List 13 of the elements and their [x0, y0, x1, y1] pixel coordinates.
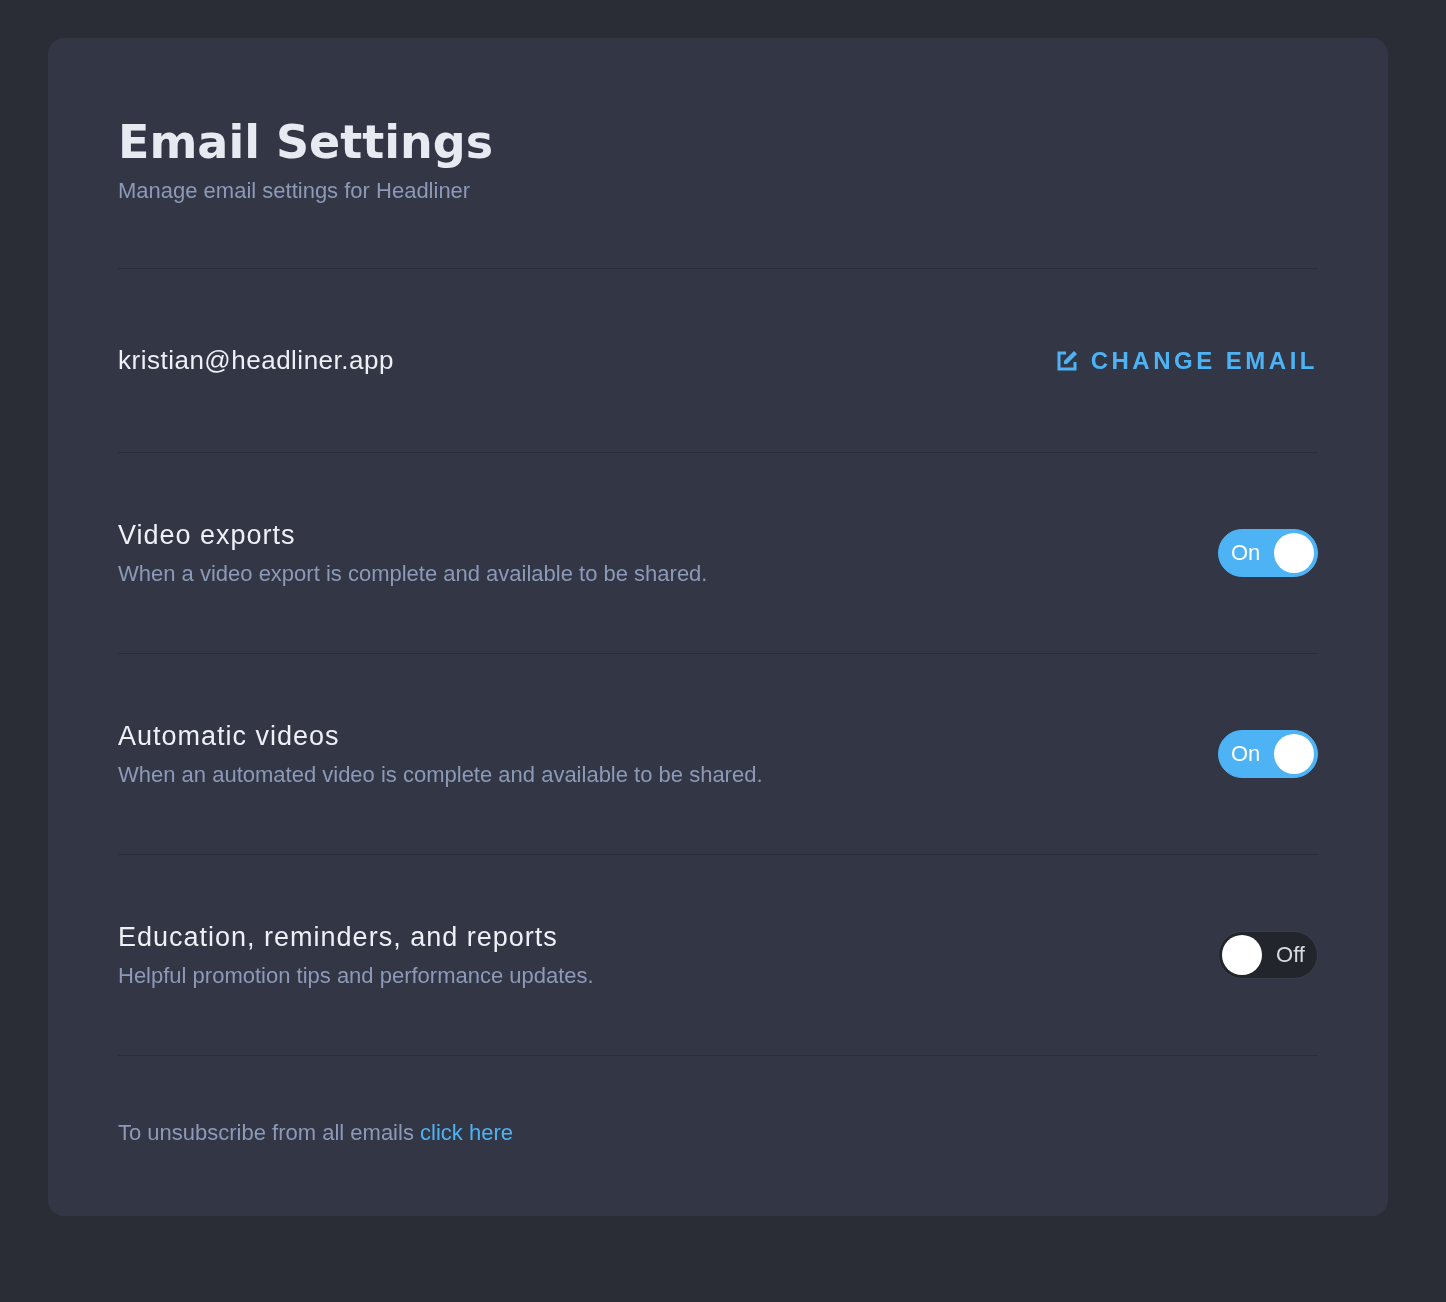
setting-title: Education, reminders, and reports: [118, 921, 559, 953]
toggle-switch[interactable]: Off: [1218, 931, 1318, 979]
page-subtitle: Manage email settings for Headliner: [118, 178, 472, 204]
setting-title: Automatic videos: [118, 720, 341, 752]
setting-title: Video exports: [118, 519, 297, 551]
page-title: Email Settings: [118, 114, 495, 171]
setting-description: Helpful promotion tips and performance updates.: [118, 962, 594, 989]
email-address: kristian@headliner.app: [118, 345, 394, 376]
setting-description: When an automated video is complete and available to be shared.: [118, 761, 763, 788]
unsubscribe-link[interactable]: click here: [420, 1120, 513, 1145]
change-email-button[interactable]: CHANGE EMAIL: [1054, 346, 1318, 375]
unsubscribe-text: To unsubscribe from all emails click here: [118, 1120, 514, 1146]
setting-description: When a video export is complete and available to be shared.: [118, 560, 708, 587]
